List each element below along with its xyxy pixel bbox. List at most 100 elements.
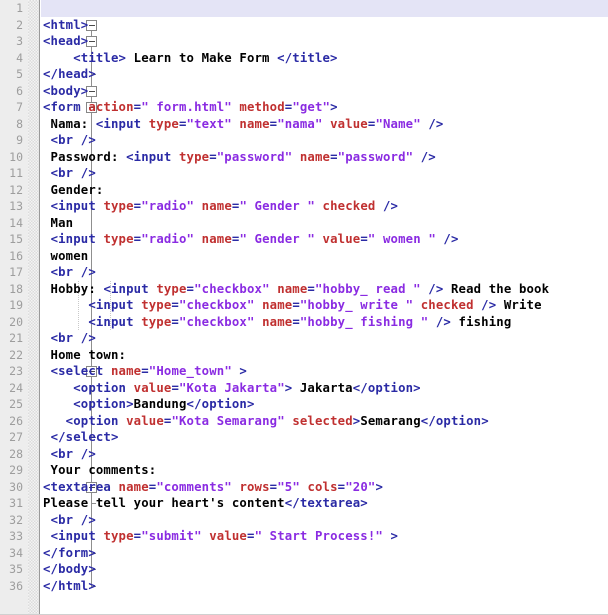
code-line[interactable]: 12 Gender:	[0, 182, 608, 199]
code-line-text[interactable]: <br />	[43, 512, 96, 529]
code-line[interactable]: 10 Password: <input type="password" name…	[0, 149, 608, 166]
code-line-text[interactable]: <input type="radio" name=" Gender " valu…	[43, 231, 459, 248]
code-line-text[interactable]: <input type="checkbox" name="hobby_ writ…	[43, 297, 542, 314]
code-token-tag: <input	[95, 116, 149, 131]
code-line-text[interactable]: Please tell your heart's content</textar…	[43, 495, 368, 512]
code-line[interactable]: 6 <body>	[0, 83, 608, 100]
code-token-attr: name	[277, 281, 308, 296]
code-token-tag: <select	[50, 364, 111, 378]
code-line-text[interactable]: Password: <input type="password" name="p…	[43, 149, 436, 166]
code-line[interactable]: 16 women	[0, 248, 608, 265]
code-token-val: "5"	[277, 479, 300, 494]
code-line-text[interactable]: </form>	[43, 545, 96, 562]
code-line-text[interactable]: Nama: <input type="text" name="nama" val…	[43, 116, 444, 133]
code-editor[interactable]: 1 2 <html> 3 <head> 4 <title> Learn to Make F…	[0, 0, 608, 615]
code-line-text[interactable]: </head>	[43, 66, 96, 83]
code-token-tag: <input	[103, 281, 157, 296]
code-line[interactable]: 13 <input type="radio" name=" Gender " c…	[0, 198, 608, 215]
code-token-val: "20"	[345, 479, 376, 494]
code-line[interactable]: 21 <br />	[0, 330, 608, 347]
code-line[interactable]: 27 </select>	[0, 429, 608, 446]
code-line[interactable]: 24 <option value="Kota Jakarta"> Jakarta…	[0, 380, 608, 397]
code-line[interactable]: 36 </html>	[0, 578, 608, 595]
code-line[interactable]: 7 <form action=" form.html" method="get">	[0, 99, 608, 116]
code-line[interactable]: 20 <input type="checkbox" name="hobby_ f…	[0, 314, 608, 331]
code-line-text[interactable]: </select>	[43, 429, 119, 446]
code-line-text[interactable]: <select name="Home_town" >	[43, 363, 247, 380]
code-line-text[interactable]: <input type="checkbox" name="hobby_ fish…	[43, 314, 511, 331]
code-line[interactable]: 34 </form>	[0, 545, 608, 562]
code-line[interactable]: 28 <br />	[0, 446, 608, 463]
code-token-tag: =	[171, 314, 179, 329]
code-line-text[interactable]: <option>Bandung</option>	[43, 396, 255, 413]
code-line[interactable]: 5 </head>	[0, 66, 608, 83]
line-number: 11	[9, 166, 23, 180]
code-line[interactable]: 23 <select name="Home_town" >	[0, 363, 608, 380]
code-line[interactable]: 15 <input type="radio" name=" Gender " v…	[0, 231, 608, 248]
code-token-tag: </textarea>	[284, 496, 368, 510]
code-token-txt: Read the book	[443, 281, 550, 296]
code-line[interactable]: 26 <option value="Kota Semarang" selecte…	[0, 413, 608, 430]
line-number: 27	[9, 430, 23, 444]
code-token-val: "Kota Jakarta"	[179, 380, 285, 395]
line-number: 23	[9, 364, 23, 378]
code-token-attr: cols	[307, 479, 338, 494]
code-line-text[interactable]: <br />	[43, 165, 96, 182]
code-line-text[interactable]: <br />	[43, 264, 96, 281]
line-number: 22	[9, 347, 23, 362]
code-line-text[interactable]: Gender:	[43, 182, 104, 199]
line-number: 17	[9, 265, 23, 279]
code-line[interactable]: 30 <textarea name="comments" rows="5" col…	[0, 479, 608, 496]
code-line-text[interactable]: <input type="radio" name=" Gender " chec…	[43, 198, 398, 215]
code-line-text[interactable]: <br />	[43, 330, 96, 347]
code-line-text[interactable]: </body>	[43, 561, 96, 578]
code-line[interactable]: 11 <br />	[0, 165, 608, 182]
code-line[interactable]: 3 <head>	[0, 33, 608, 50]
code-line-text[interactable]: <html>	[43, 17, 88, 34]
code-line[interactable]: 2 <html>	[0, 17, 608, 34]
code-line-text[interactable]: <title> Learn to Make Form </title>	[43, 50, 338, 67]
code-line-text[interactable]: <option value="Kota Jakarta"> Jakarta</o…	[43, 380, 421, 397]
code-line[interactable]: 35 </body>	[0, 561, 608, 578]
code-line-text[interactable]: Hobby: <input type="checkbox" name="hobb…	[43, 281, 549, 298]
code-line-text[interactable]: <textarea name="comments" rows="5" cols=…	[43, 479, 383, 496]
code-line-text[interactable]: Your comments:	[43, 462, 157, 479]
code-line[interactable]: 1	[0, 0, 608, 17]
code-line[interactable]: 29 Your comments:	[0, 462, 608, 479]
code-line-text[interactable]: women	[43, 248, 89, 265]
code-line[interactable]: 9 <br />	[0, 132, 608, 149]
code-line[interactable]: 18 Hobby: <input type="checkbox" name="h…	[0, 281, 608, 298]
code-lines-container[interactable]: 1 2 <html> 3 <head> 4 <title> Learn to Make F…	[0, 0, 608, 614]
code-line[interactable]: 19 <input type="checkbox" name="hobby_ w…	[0, 297, 608, 314]
code-line[interactable]: 14 Man	[0, 215, 608, 232]
code-token-val: "radio"	[141, 199, 195, 213]
code-token-tag: />	[420, 116, 444, 131]
code-line[interactable]: 8 Nama: <input type="text" name="nama" v…	[0, 116, 608, 133]
code-line-text[interactable]: </html>	[43, 578, 96, 595]
code-line-text[interactable]: Man	[43, 215, 74, 232]
code-line-text[interactable]: <body>	[43, 83, 88, 100]
code-line-text[interactable]: <form action=" form.html" method="get">	[43, 99, 338, 116]
code-token-attr: checked	[420, 298, 474, 312]
code-line[interactable]: 17 <br />	[0, 264, 608, 281]
line-number: 28	[9, 446, 23, 461]
line-number: 12	[9, 182, 23, 197]
code-line[interactable]: 4 <title> Learn to Make Form </title>	[0, 50, 608, 67]
code-line[interactable]: 25 <option>Bandung</option>	[0, 396, 608, 413]
code-line-text[interactable]: <br />	[43, 446, 96, 463]
code-line[interactable]: 32 <br />	[0, 512, 608, 529]
code-line-text[interactable]: <br />	[43, 132, 96, 149]
code-line-text[interactable]: <option value="Kota Semarang" selected>S…	[43, 413, 489, 430]
code-line[interactable]: 22 Home town:	[0, 347, 608, 364]
code-line-text[interactable]: Home town:	[43, 347, 126, 364]
code-line-text[interactable]: <input type="submit" value=" Start Proce…	[43, 528, 398, 545]
code-token-tag: =	[171, 298, 179, 312]
code-line[interactable]: 33 <input type="submit" value=" Start Pr…	[0, 528, 608, 545]
code-line[interactable]: 31 Please tell your heart's content</text…	[0, 495, 608, 512]
code-token-tag: <input	[50, 529, 104, 543]
code-line-text[interactable]: <head>	[43, 33, 88, 50]
code-token-val: "hobby_ read "	[314, 281, 421, 296]
